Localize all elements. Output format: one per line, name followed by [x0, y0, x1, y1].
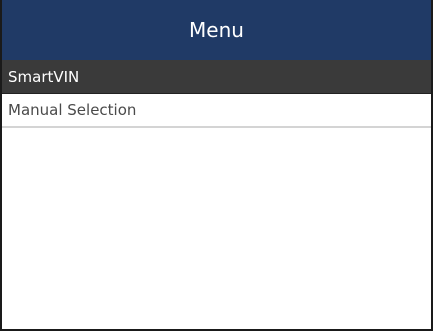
title-bar: Menu — [2, 0, 431, 60]
menu-item-label: Manual Selection — [8, 101, 137, 119]
menu-item-label: SmartVIN — [8, 67, 80, 86]
menu-item-smartvin[interactable]: SmartVIN — [2, 60, 431, 94]
menu-screen: Menu SmartVIN Manual Selection — [0, 0, 433, 331]
menu-item-manual-selection[interactable]: Manual Selection — [2, 94, 431, 128]
page-title: Menu — [189, 18, 244, 42]
empty-content-area — [2, 128, 431, 328]
menu-list: SmartVIN Manual Selection — [2, 60, 431, 128]
